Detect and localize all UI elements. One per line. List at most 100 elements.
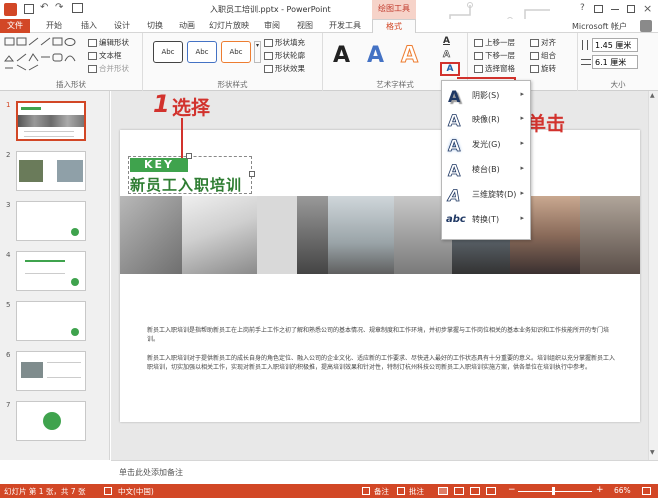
align-button[interactable]: 对齐 [530, 37, 556, 48]
shape-style-swatch-3[interactable]: Abc [221, 41, 251, 63]
slide-thumbnail[interactable] [16, 401, 86, 441]
comments-toggle[interactable]: 批注 [409, 486, 424, 497]
slide-thumbnail[interactable] [16, 101, 86, 141]
group-label: 组合 [541, 51, 556, 60]
tab-file[interactable]: 文件 [0, 19, 30, 33]
shape-fill-button[interactable]: 形状填充 [264, 37, 305, 48]
more-styles-icon[interactable]: ▾ [254, 41, 261, 63]
slide[interactable]: KEY 新员工入职培训 新员工入职培训是指帮助新员工在上岗前手上工作之初了解和熟… [120, 130, 640, 422]
menu-item-glow[interactable]: A 发光(G) ▸ [442, 134, 530, 156]
shape-gallery[interactable] [4, 37, 84, 71]
wordart-style-orange[interactable]: A [400, 43, 418, 69]
tab-slideshow[interactable]: 幻灯片放映 [205, 19, 253, 33]
save-icon[interactable] [24, 4, 34, 14]
vertical-scrollbar[interactable]: ▲ ▼ [648, 91, 658, 460]
notes-placeholder[interactable]: 单击此处添加备注 [119, 467, 183, 478]
photo-office [120, 196, 182, 274]
merge-shapes-button[interactable]: 合并形状 [88, 63, 129, 74]
transform-icon: abc [446, 214, 466, 225]
key-label-box[interactable]: KEY [130, 158, 188, 172]
proofing-icon[interactable] [104, 487, 112, 495]
menu-item-3d-rotation[interactable]: A 三维旋转(D) ▸ [442, 184, 530, 206]
group-button[interactable]: 组合 [530, 50, 556, 61]
menu-item-shadow[interactable]: A 阴影(S) ▸ [442, 85, 530, 107]
text-box-button[interactable]: 文本框 [88, 50, 122, 61]
body-paragraph-1[interactable]: 新员工入职培训是指帮助新员工在上岗前手上工作之初了解和熟悉公司的基本情况、规章制… [147, 326, 615, 344]
avatar[interactable] [640, 20, 652, 32]
account-label[interactable]: Microsoft 帐户 [572, 21, 627, 32]
normal-view-icon[interactable] [438, 487, 448, 495]
slide-thumbnail[interactable] [16, 351, 86, 391]
menu-item-reflection[interactable]: A 映像(R) ▸ [442, 109, 530, 131]
slide-sorter-icon[interactable] [454, 487, 464, 495]
tab-format[interactable]: 格式 [372, 19, 416, 33]
text-fill-icon[interactable]: A [443, 36, 450, 46]
thumbnail-image [19, 160, 43, 182]
menu-item-transform[interactable]: abc 转换(T) ▸ [442, 209, 530, 231]
zoom-slider-thumb[interactable] [552, 487, 555, 495]
tab-transitions[interactable]: 切换 [141, 19, 169, 33]
send-backward-button[interactable]: 下移一层 [474, 50, 515, 61]
resize-handle-icon[interactable] [249, 171, 255, 177]
text-effects-menu: A 阴影(S) ▸ A 映像(R) ▸ A 发光(G) ▸ A 棱台(B) ▸ … [441, 80, 531, 240]
shape-effects-button[interactable]: 形状效果 [264, 63, 305, 74]
start-from-beginning-icon[interactable] [72, 3, 83, 13]
tab-design[interactable]: 设计 [108, 19, 136, 33]
zoom-slider[interactable] [518, 491, 592, 492]
text-effects-icon[interactable]: A [440, 62, 460, 76]
notes-toggle[interactable]: 备注 [374, 486, 389, 497]
minimize-icon[interactable] [611, 9, 619, 10]
tab-view[interactable]: 视图 [291, 19, 319, 33]
undo-icon[interactable]: ↶ [40, 2, 48, 13]
slide-title[interactable]: 新员工入职培训 [130, 174, 242, 195]
text-outline-icon[interactable]: A [443, 50, 451, 61]
notes-pane[interactable]: 单击此处添加备注 [111, 460, 658, 484]
align-label: 对齐 [541, 38, 556, 47]
thumbnail-green-dot [71, 328, 79, 336]
bevel-icon: A [448, 161, 461, 181]
bring-forward-button[interactable]: 上移一层 [474, 37, 515, 48]
tab-home[interactable]: 开始 [40, 19, 68, 33]
close-icon[interactable]: × [643, 2, 652, 15]
maximize-icon[interactable] [627, 5, 635, 13]
wordart-style-black[interactable]: A [333, 43, 350, 68]
photo-coffee [257, 196, 297, 274]
context-tab-group-label: 绘图工具 [372, 0, 416, 19]
rotate-label: 旋转 [541, 64, 556, 73]
tab-insert[interactable]: 插入 [75, 19, 103, 33]
reading-view-icon[interactable] [470, 487, 480, 495]
zoom-out-icon[interactable]: − [508, 485, 516, 495]
scroll-down-icon[interactable]: ▼ [650, 449, 655, 456]
height-input[interactable] [592, 38, 638, 52]
edit-shape-label: 编辑形状 [99, 38, 129, 47]
tab-animations[interactable]: 动画 [173, 19, 201, 33]
ribbon-display-icon[interactable] [594, 5, 603, 13]
notes-icon[interactable] [362, 487, 370, 495]
rotate-button[interactable]: 旋转 [530, 63, 556, 74]
comments-icon[interactable] [397, 487, 405, 495]
redo-icon[interactable]: ↷ [55, 2, 63, 13]
language-label[interactable]: 中文(中国) [118, 486, 154, 497]
zoom-level[interactable]: 66% [614, 486, 631, 495]
width-input[interactable] [592, 55, 638, 69]
scroll-up-icon[interactable]: ▲ [650, 92, 655, 99]
zoom-in-icon[interactable]: + [596, 485, 604, 495]
help-icon[interactable]: ? [580, 3, 585, 13]
slide-thumbnail[interactable] [16, 151, 86, 191]
wordart-style-blue[interactable]: A [367, 43, 384, 68]
tab-developer[interactable]: 开发工具 [324, 19, 366, 33]
body-paragraph-2[interactable]: 新员工入职培训对于提供新员工的成长自身的角色定位、融入公司的企业文化、适应新的工… [147, 354, 615, 372]
shape-style-swatch-2[interactable]: Abc [187, 41, 217, 63]
selection-pane-button[interactable]: 选择窗格 [474, 63, 515, 74]
slide-thumbnail[interactable] [16, 251, 86, 291]
slide-thumbnail[interactable] [16, 201, 86, 241]
tab-review[interactable]: 审阅 [258, 19, 286, 33]
slideshow-icon[interactable] [486, 487, 496, 495]
shape-style-swatch-1[interactable]: Abc [153, 41, 183, 63]
shape-outline-button[interactable]: 形状轮廓 [264, 50, 305, 61]
slide-thumbnail[interactable] [16, 301, 86, 341]
thumbnail-green-dot [71, 228, 79, 236]
menu-item-bevel[interactable]: A 棱台(B) ▸ [442, 159, 530, 181]
fit-to-window-icon[interactable] [642, 487, 651, 495]
edit-shape-button[interactable]: 编辑形状 [88, 37, 129, 48]
